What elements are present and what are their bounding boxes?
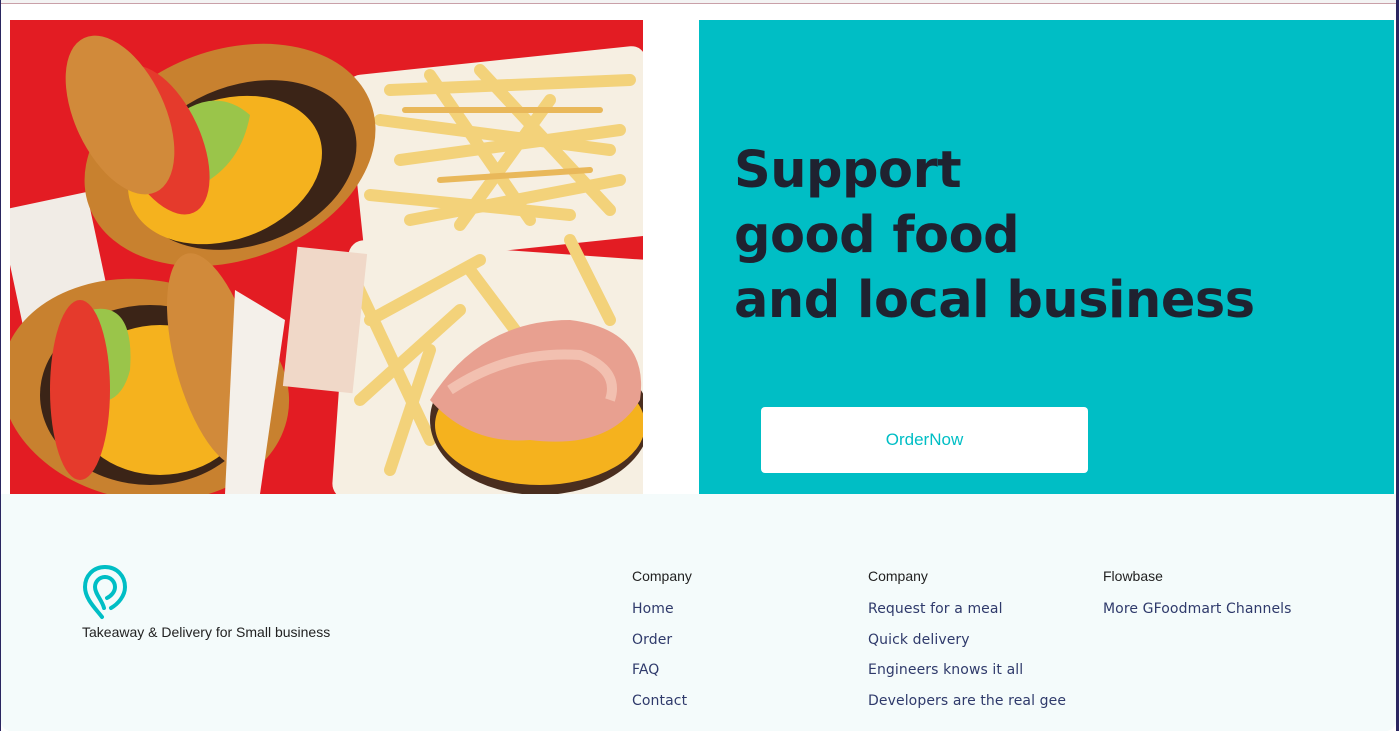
footer-link-developers[interactable]: Developers are the real gee bbox=[868, 693, 1066, 724]
order-now-button[interactable]: OrderNow bbox=[761, 407, 1088, 473]
footer-link-engineers[interactable]: Engineers knows it all bbox=[868, 662, 1066, 693]
footer-link-order[interactable]: Order bbox=[632, 632, 692, 663]
hero-food-image bbox=[10, 20, 643, 494]
footer-column-heading: Company bbox=[632, 568, 692, 584]
hero-panel: Support good food and local business Ord… bbox=[699, 20, 1394, 494]
footer-column-heading: Company bbox=[868, 568, 928, 584]
hero-title-line-2: good food bbox=[734, 206, 1020, 265]
footer-tagline: Takeaway & Delivery for Small business bbox=[82, 624, 331, 640]
window-top-edge bbox=[0, 0, 1399, 4]
location-pin-icon[interactable] bbox=[82, 564, 128, 620]
footer-link-request-meal[interactable]: Request for a meal bbox=[868, 601, 1066, 632]
hero-title-line-3: and local business bbox=[734, 271, 1255, 330]
footer-column-company-2: Company Request for a meal Quick deliver… bbox=[868, 568, 1066, 723]
footer-link-faq[interactable]: FAQ bbox=[632, 662, 692, 693]
footer-link-more-channels[interactable]: More GFoodmart Channels bbox=[1103, 601, 1292, 632]
hero-title-line-1: Support bbox=[734, 141, 962, 200]
footer-column-company: Company Home Order FAQ Contact bbox=[632, 568, 692, 723]
footer-link-home[interactable]: Home bbox=[632, 601, 692, 632]
hero-title: Support good food and local business bbox=[734, 138, 1255, 333]
footer-link-contact[interactable]: Contact bbox=[632, 693, 692, 724]
footer-column-heading: Flowbase bbox=[1103, 568, 1163, 584]
footer: Takeaway & Delivery for Small business C… bbox=[1, 494, 1396, 731]
footer-link-quick-delivery[interactable]: Quick delivery bbox=[868, 632, 1066, 663]
footer-column-flowbase: Flowbase More GFoodmart Channels bbox=[1103, 568, 1292, 632]
